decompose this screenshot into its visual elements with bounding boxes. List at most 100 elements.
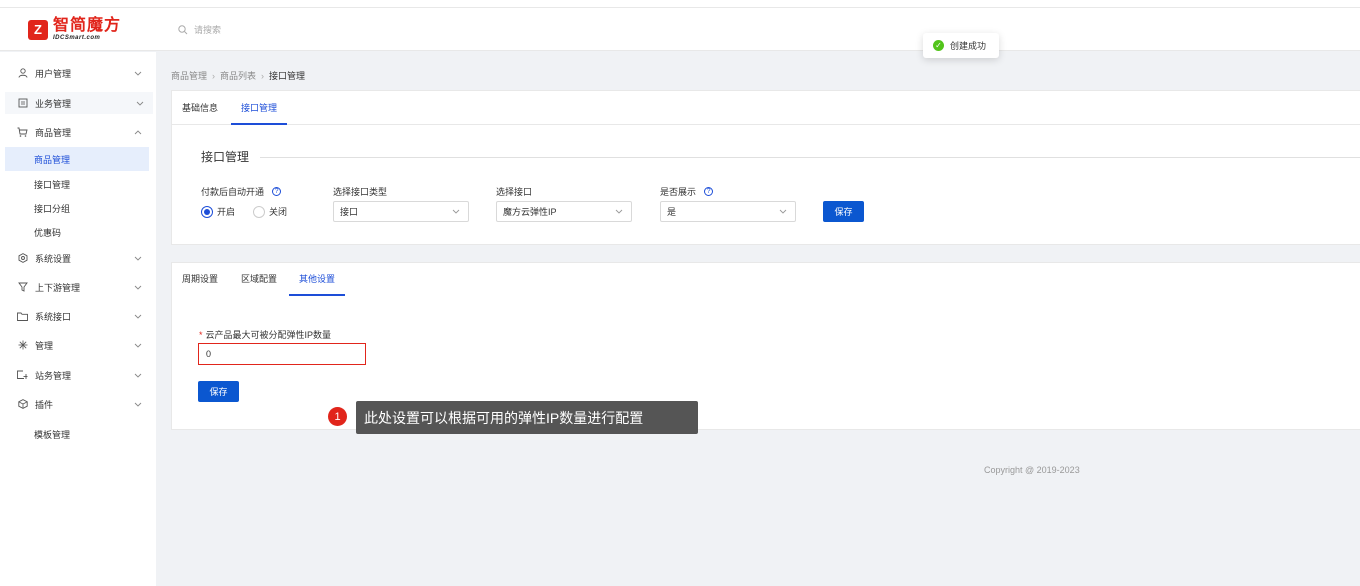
sidebar-item-label: 系统接口 (35, 311, 72, 322)
sidebar-subitem-label: 模板管理 (34, 429, 71, 440)
cart-icon (17, 127, 28, 138)
sidebar-item-site[interactable]: 站务管理 (0, 364, 156, 386)
top-strip (0, 0, 1360, 8)
sidebar-subitem-templates[interactable]: 模板管理 (5, 422, 149, 446)
sidebar-item-plugins[interactable]: 插件 (0, 393, 156, 415)
breadcrumb-item[interactable]: 商品管理 (171, 69, 207, 82)
max-ip-label: * 云产品最大可被分配弹性IP数量 (199, 328, 331, 341)
sidebar-subitem-interfaces[interactable]: 接口管理 (5, 172, 149, 196)
interface-label: 选择接口 (496, 185, 532, 198)
chevron-down-icon (134, 68, 142, 78)
sidebar-item-system-interface[interactable]: 系统接口 (0, 305, 156, 327)
chevron-down-icon (134, 399, 142, 409)
radio-off-label: 关闭 (269, 207, 288, 217)
sidebar-subitem-label: 商品管理 (34, 154, 71, 165)
list-icon (17, 98, 28, 109)
field-label: 选择接口 (496, 187, 533, 197)
tab-cycle[interactable]: 周期设置 (172, 263, 228, 296)
sidebar-item-manage[interactable]: 管理 (0, 334, 156, 356)
tab-interface[interactable]: 接口管理 (231, 91, 288, 125)
settings-card: 周期设置 区域配置 其他设置 * 云产品最大可被分配弹性IP数量 0 保存 (171, 262, 1360, 430)
other-save-button[interactable]: 保存 (198, 381, 239, 402)
field-label: 付款后自动开通 (201, 187, 265, 197)
search-placeholder: 请搜索 (194, 25, 222, 35)
sidebar-subitem-groups[interactable]: 接口分组 (5, 196, 149, 220)
show-label: 是否展示 ? (660, 185, 714, 198)
cube-icon (17, 399, 28, 410)
site-icon (17, 370, 28, 381)
sidebar-item-products[interactable]: 商品管理 (0, 121, 156, 143)
select-value: 魔方云弹性IP (503, 207, 557, 217)
auto-open-label: 付款后自动开通 ? (201, 185, 282, 198)
help-icon[interactable]: ? (704, 187, 714, 196)
chevron-down-icon (134, 253, 142, 263)
radio-on[interactable] (201, 205, 213, 218)
check-circle-icon: ✓ (933, 40, 944, 51)
logo-icon: Z (28, 19, 48, 40)
sidebar-subitem-products[interactable]: 商品管理 (5, 147, 149, 171)
radio-on-label: 开启 (217, 207, 236, 217)
field-label: 选择接口类型 (333, 187, 388, 197)
sidebar-item-label: 上下游管理 (35, 282, 81, 293)
sidebar-subitem-coupons[interactable]: 优惠码 (5, 220, 149, 244)
chevron-down-icon (134, 282, 142, 292)
select-value: 是 (667, 207, 677, 217)
chevron-down-icon (136, 98, 144, 108)
select-value: 接口 (340, 207, 359, 217)
radio-off[interactable] (253, 205, 266, 218)
interface-type-select[interactable]: 接口 (333, 201, 469, 222)
logo[interactable]: Z 智简魔方 IDCSmart.com (28, 18, 121, 41)
field-label: 是否展示 (660, 187, 697, 197)
tab-region[interactable]: 区域配置 (231, 263, 287, 296)
auto-open-radio-group: 开启 关闭 (201, 205, 287, 218)
sidebar-item-users[interactable]: 用户管理 (0, 62, 156, 84)
annotation-badge: 1 (328, 407, 347, 426)
sidebar-item-label: 商品管理 (35, 127, 72, 138)
sidebar-item-business[interactable]: 业务管理 (5, 92, 153, 114)
toast-text: 创建成功 (950, 41, 987, 51)
tab-basic-info[interactable]: 基础信息 (172, 91, 228, 125)
search-input[interactable]: 请搜索 (178, 23, 221, 36)
search-icon (178, 24, 188, 34)
sub-tabs: 周期设置 区域配置 其他设置 (172, 263, 1360, 296)
type-label: 选择接口类型 (333, 185, 387, 198)
settings-icon (17, 253, 28, 264)
section-title: 接口管理 (201, 150, 250, 164)
logo-subtext: IDCSmart.com (53, 35, 101, 41)
success-toast: ✓ 创建成功 (923, 33, 999, 58)
save-button[interactable]: 保存 (823, 201, 864, 222)
chevron-up-icon (134, 127, 142, 137)
chevron-down-icon (134, 311, 142, 321)
tabs: 基础信息 接口管理 (172, 91, 1360, 125)
copyright: Copyright @ 2019-2023 (984, 465, 1080, 475)
sidebar-item-upstream[interactable]: 上下游管理 (0, 276, 156, 298)
show-select[interactable]: 是 (660, 201, 796, 222)
sparkle-icon (17, 340, 28, 351)
max-ip-input[interactable]: 0 (198, 343, 366, 365)
logo-text: 智简魔方 (53, 17, 122, 34)
sidebar-subitem-label: 接口分组 (34, 203, 71, 214)
sidebar-item-label: 用户管理 (35, 68, 72, 79)
header: Z 智简魔方 IDCSmart.com 请搜索 (0, 8, 1360, 51)
breadcrumb: 商品管理 › 商品列表 › 接口管理 (171, 69, 305, 82)
field-label: 云产品最大可被分配弹性IP数量 (205, 330, 332, 340)
annotation-tooltip: 此处设置可以根据可用的弹性IP数量进行配置 (356, 401, 698, 434)
folder-icon (17, 311, 28, 322)
chevron-down-icon (779, 206, 787, 216)
tab-other[interactable]: 其他设置 (289, 263, 346, 296)
divider (260, 157, 1360, 158)
chevron-down-icon (452, 206, 460, 216)
chevron-right-icon: › (261, 70, 265, 81)
sidebar-item-system-settings[interactable]: 系统设置 (0, 247, 156, 269)
chevron-down-icon (134, 370, 142, 380)
sidebar-item-label: 管理 (35, 340, 54, 351)
required-mark: * (199, 330, 203, 340)
chevron-right-icon: › (212, 70, 216, 81)
interface-select[interactable]: 魔方云弹性IP (496, 201, 632, 222)
breadcrumb-item[interactable]: 商品列表 (220, 69, 256, 82)
user-icon (17, 68, 28, 79)
chevron-down-icon (615, 206, 623, 216)
help-icon[interactable]: ? (272, 187, 282, 196)
sidebar-item-label: 业务管理 (35, 98, 72, 109)
sidebar: 用户管理 业务管理 商品管理 商品管理 接口管理 接口分组 优惠码 系统设置 上… (0, 52, 156, 586)
